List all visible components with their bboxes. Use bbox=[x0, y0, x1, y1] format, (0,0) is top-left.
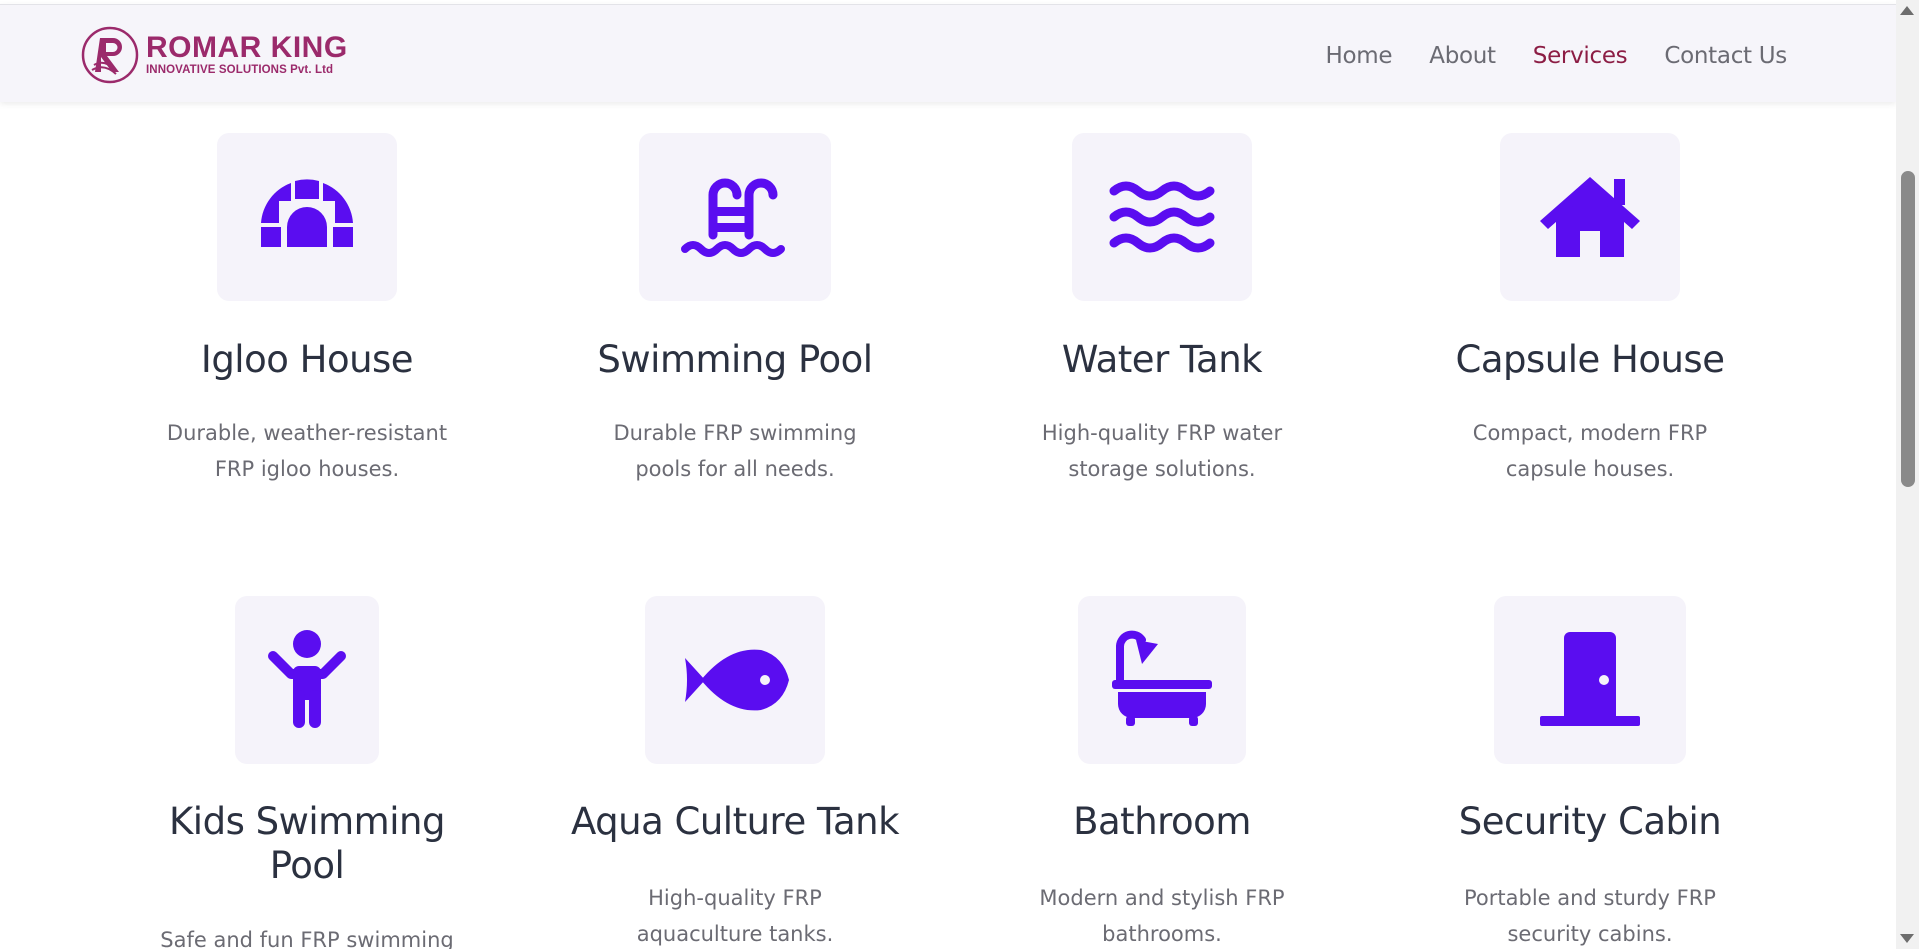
brand-logo[interactable]: ROMAR KING INNOVATIVE SOLUTIONS Pvt. Ltd bbox=[80, 25, 348, 85]
fish-icon bbox=[685, 649, 789, 711]
service-desc-line: bathrooms. bbox=[1102, 922, 1222, 946]
service-desc-security-cabin: Portable and sturdy FRP security cabins. bbox=[1430, 880, 1750, 949]
service-title-swimming-pool: Swimming Pool bbox=[597, 338, 873, 381]
service-desc-line: Durable, weather-resistant bbox=[166, 421, 448, 445]
page-scrollbar[interactable] bbox=[1896, 0, 1919, 949]
service-desc-line: Modern and stylish FRP bbox=[1039, 886, 1285, 910]
scroll-up-arrow-icon[interactable] bbox=[1900, 6, 1914, 15]
water-waves-icon bbox=[1109, 181, 1215, 253]
site-header: ROMAR KING INNOVATIVE SOLUTIONS Pvt. Ltd… bbox=[0, 4, 1896, 102]
service-desc-kids-swimming-pool: Safe and fun FRP swimming bbox=[147, 922, 467, 949]
nav-services[interactable]: Services bbox=[1533, 43, 1628, 69]
service-icon-box-bathroom bbox=[1078, 596, 1246, 764]
service-desc-line: pools for all needs. bbox=[635, 457, 835, 481]
service-desc-water-tank: High-quality FRP water storage solutions… bbox=[1002, 415, 1322, 487]
service-desc-aqua-culture-tank: High-quality FRP aquaculture tanks. bbox=[575, 880, 895, 949]
service-icon-box-aqua-culture-tank bbox=[645, 596, 825, 764]
house-icon bbox=[1540, 177, 1640, 257]
brand-name: ROMAR KING bbox=[146, 31, 348, 65]
service-desc-line: aquaculture tanks. bbox=[636, 922, 834, 946]
nav-contact-us[interactable]: Contact Us bbox=[1664, 43, 1787, 69]
service-desc-line: High-quality FRP bbox=[648, 886, 822, 910]
service-title-line: Kids Swimming bbox=[169, 800, 445, 843]
romar-king-logo-icon bbox=[81, 26, 139, 84]
service-title-water-tank: Water Tank bbox=[1061, 338, 1263, 381]
service-desc-bathroom: Modern and stylish FRP bathrooms. bbox=[1002, 880, 1322, 949]
service-desc-line: storage solutions. bbox=[1068, 457, 1256, 481]
swimming-pool-icon bbox=[681, 178, 785, 257]
scrollbar-thumb[interactable] bbox=[1901, 171, 1915, 487]
service-desc-line: High-quality FRP water bbox=[1041, 421, 1283, 445]
service-icon-box-swimming-pool bbox=[639, 133, 831, 301]
service-icon-box-capsule-house bbox=[1500, 133, 1680, 301]
service-title-security-cabin: Security Cabin bbox=[1458, 800, 1722, 843]
service-icon-box-security-cabin bbox=[1494, 596, 1686, 764]
service-desc-line: security cabins. bbox=[1507, 922, 1673, 946]
service-title-igloo-house: Igloo House bbox=[200, 338, 414, 381]
service-icon-box-igloo bbox=[217, 133, 397, 301]
service-desc-line: Durable FRP swimming bbox=[613, 421, 857, 445]
service-desc-line: capsule houses. bbox=[1505, 457, 1675, 481]
service-desc-capsule-house: Compact, modern FRP capsule houses. bbox=[1430, 415, 1750, 487]
service-title-aqua-culture-tank: Aqua Culture Tank bbox=[570, 800, 900, 843]
service-desc-swimming-pool: Durable FRP swimming pools for all needs… bbox=[575, 415, 895, 487]
service-desc-line: Portable and sturdy FRP bbox=[1464, 886, 1716, 910]
service-title-line: Pool bbox=[269, 844, 345, 887]
child-icon bbox=[268, 630, 346, 728]
bathtub-icon bbox=[1112, 630, 1212, 726]
door-icon bbox=[1540, 632, 1640, 726]
service-desc-line: Safe and fun FRP swimming bbox=[160, 928, 454, 949]
igloo-icon bbox=[261, 179, 353, 247]
nav-about[interactable]: About bbox=[1429, 43, 1496, 69]
service-icon-box-kids-swimming-pool bbox=[235, 596, 379, 764]
service-desc-line: FRP igloo houses. bbox=[214, 457, 400, 481]
brand-subtitle: INNOVATIVE SOLUTIONS Pvt. Ltd bbox=[146, 64, 334, 77]
service-icon-box-water-tank bbox=[1072, 133, 1252, 301]
main-nav: Home About Services Contact Us bbox=[1326, 43, 1788, 69]
service-title-kids-swimming-pool: Kids Swimming Pool bbox=[137, 800, 477, 888]
service-title-bathroom: Bathroom bbox=[1073, 800, 1251, 843]
service-desc-line: Compact, modern FRP bbox=[1472, 421, 1708, 445]
service-desc-igloo-house: Durable, weather-resistant FRP igloo hou… bbox=[147, 415, 467, 487]
nav-home[interactable]: Home bbox=[1326, 43, 1393, 69]
service-title-capsule-house: Capsule House bbox=[1455, 338, 1725, 381]
scroll-down-arrow-icon[interactable] bbox=[1900, 934, 1914, 943]
